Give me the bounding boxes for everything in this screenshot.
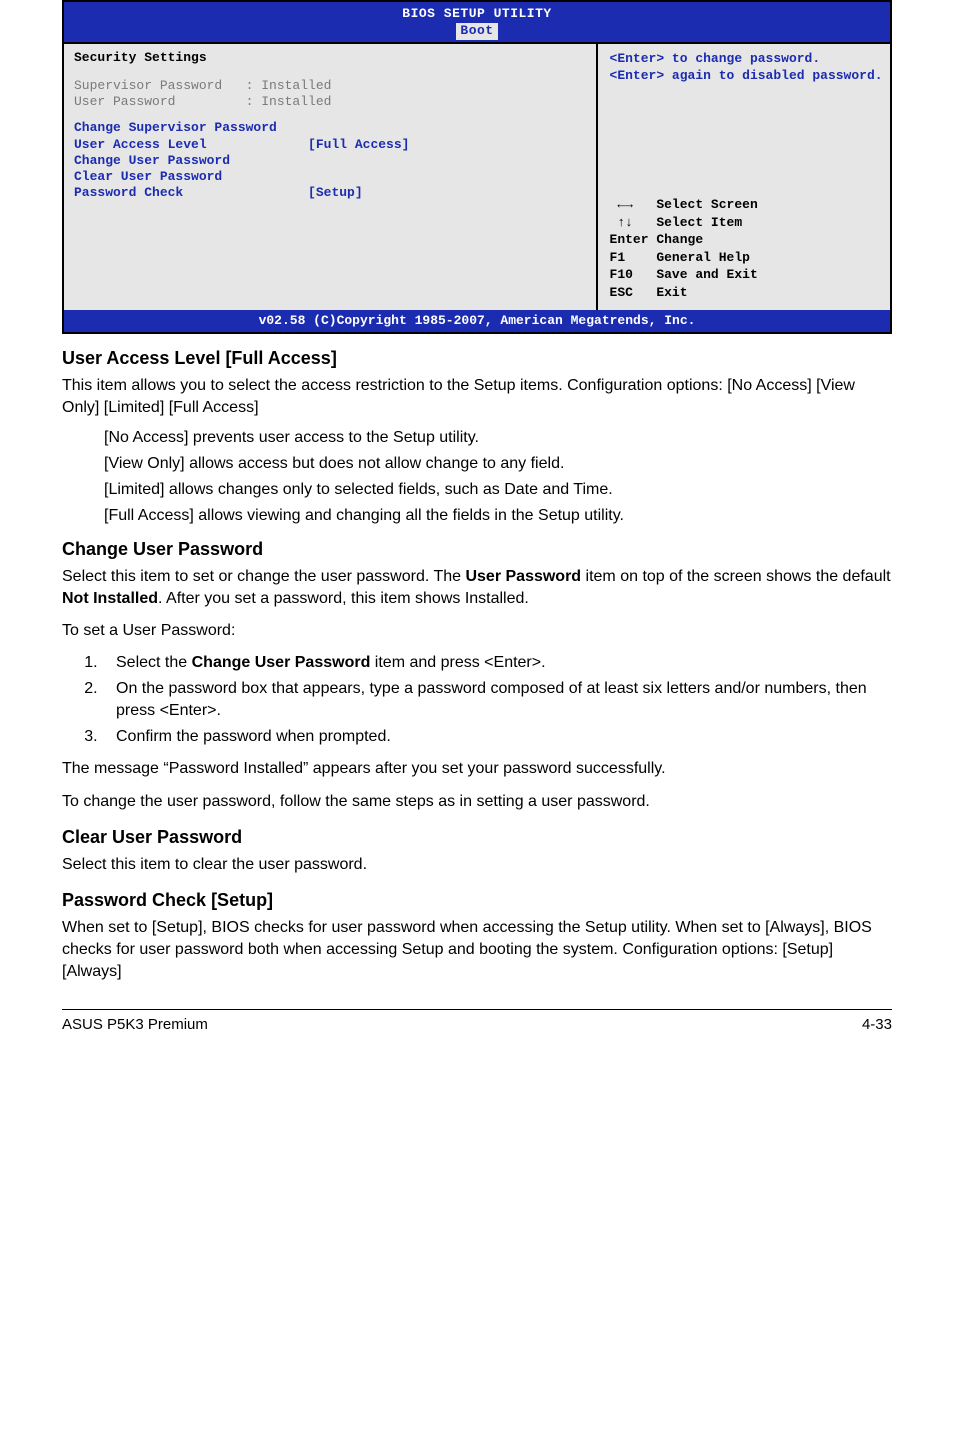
bios-nav-keys: ←→ Select Screen ↑↓ Select Item Enter Ch… (610, 196, 884, 301)
opt-no-access: [No Access] prevents user access to the … (104, 429, 892, 447)
heading-user-access-level: User Access Level [Full Access] (62, 348, 892, 369)
bios-right-panel: <Enter> to change password. <Enter> agai… (598, 42, 890, 310)
heading-clear-user-password: Clear User Password (62, 827, 892, 848)
step-1: Select the Change User Password item and… (102, 652, 892, 674)
para-password-check: When set to [Setup], BIOS checks for use… (62, 917, 892, 983)
heading-password-check: Password Check [Setup] (62, 890, 892, 911)
text-span: . After you set a password, this item sh… (158, 590, 529, 607)
para-clear-user-password: Select this item to clear the user passw… (62, 854, 892, 876)
para-to-change: To change the user password, follow the … (62, 791, 892, 813)
opt-full-access: [Full Access] allows viewing and changin… (104, 507, 892, 525)
user-access-level: User Access Level [Full Access] (74, 137, 596, 153)
text-span: Select this item to set or change the us… (62, 568, 465, 585)
bios-title: BIOS SETUP UTILITY (64, 6, 890, 22)
options-list: [No Access] prevents user access to the … (62, 429, 892, 525)
step-2: On the password box that appears, type a… (102, 678, 892, 722)
bios-title-bar: BIOS SETUP UTILITY Boot (64, 2, 890, 42)
opt-limited: [Limited] allows changes only to selecte… (104, 481, 892, 499)
opt-view-only: [View Only] allows access but does not a… (104, 455, 892, 473)
bios-left-panel: Security Settings Supervisor Password : … (64, 42, 598, 310)
clear-user-password: Clear User Password (74, 169, 596, 185)
security-settings-heading: Security Settings (74, 50, 596, 66)
footer-rule (62, 1009, 892, 1010)
step-3: Confirm the password when prompted. (102, 726, 892, 748)
bios-tab-boot: Boot (456, 23, 497, 39)
change-supervisor-password: Change Supervisor Password (74, 120, 596, 136)
supervisor-password-row: Supervisor Password : Installed (74, 78, 596, 94)
para-installed-msg: The message “Password Installed” appears… (62, 758, 892, 780)
bios-copyright: v02.58 (C)Copyright 1985-2007, American … (64, 310, 890, 332)
password-check: Password Check [Setup] (74, 185, 596, 201)
para-user-access-level: This item allows you to select the acces… (62, 375, 892, 419)
bold-not-installed: Not Installed (62, 590, 158, 607)
text-span: item on top of the screen shows the defa… (581, 568, 891, 585)
bold-change-user-password: Change User Password (192, 654, 371, 671)
user-password-row: User Password : Installed (74, 94, 596, 110)
heading-change-user-password: Change User Password (62, 539, 892, 560)
para-change-user-password: Select this item to set or change the us… (62, 566, 892, 610)
bios-help-text: <Enter> to change password. <Enter> agai… (610, 50, 884, 85)
page-footer: ASUS P5K3 Premium 4-33 (62, 1016, 892, 1033)
para-to-set: To set a User Password: (62, 620, 892, 642)
text-span: Select the (116, 654, 192, 671)
change-user-password: Change User Password (74, 153, 596, 169)
bold-user-password: User Password (465, 568, 581, 585)
footer-left: ASUS P5K3 Premium (62, 1016, 208, 1033)
text-span: item and press <Enter>. (370, 654, 545, 671)
steps-list: Select the Change User Password item and… (84, 652, 892, 748)
footer-right: 4-33 (862, 1016, 892, 1033)
bios-screenshot: BIOS SETUP UTILITY Boot Security Setting… (62, 0, 892, 334)
